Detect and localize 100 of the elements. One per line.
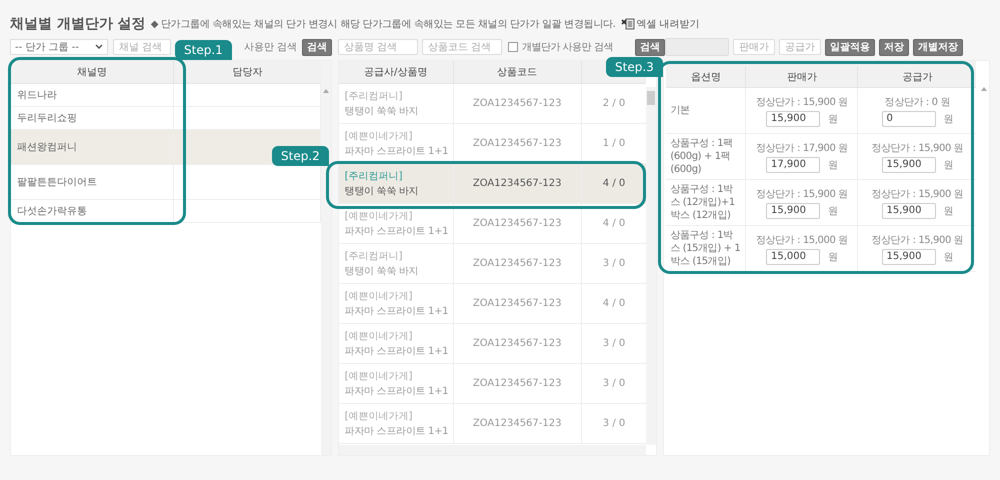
option-count: 3 / 0 [602,418,626,429]
product-name: 파자마 스프라이트 1+1 [344,225,448,238]
column-header: 상품코드 [454,61,582,83]
normal-price: 정상단가 : 15,000 원 [756,234,848,246]
option-count: 4 / 0 [602,218,626,229]
option-count: 4 / 0 [602,178,626,189]
option-count: 4 / 0 [602,298,626,309]
channel-name: 두리두리쇼핑 [17,112,77,125]
option-count: 3 / 0 [602,258,626,269]
search-button[interactable]: 검색 [302,38,332,56]
price-field[interactable]: 15,900 [882,202,936,218]
product-code: ZOA1234567-123 [472,218,562,229]
price-group-select[interactable]: -- 단가 그룹 -- [10,39,108,55]
channel-row[interactable]: 다섯손가락유통 [11,200,321,223]
step-tooltip: Step.3 [606,57,663,77]
unit-label: 원 [828,112,838,126]
supplier-name: [예쁜이네가게] [344,370,412,383]
column-header: 담당자 [231,66,264,80]
normal-price: 정상단가 : 15,900 원 [871,188,964,200]
scrollbar[interactable] [646,87,656,445]
product-code: ZOA1234567-123 [472,178,562,189]
product-code-search-field[interactable]: 상품코드 검색 [422,39,502,55]
product-code: ZOA1234567-123 [472,298,562,309]
step-tooltip: Step.1 [175,40,232,60]
price-field[interactable]: 15,900 [882,248,936,264]
normal-price: 정상단가 : 15,900 원 [871,234,964,246]
product-row[interactable]: [주리컴퍼니] 탱탱이 쑥쑥 바지 ZOA1234567-123 2 / 0 [338,84,646,124]
unit-label: 원 [944,250,954,264]
option-count: 3 / 0 [602,338,626,349]
product-name: 탱탱이 쑥쑥 바지 [344,105,418,118]
product-name: 탱탱이 쑥쑥 바지 [344,185,418,198]
step-tooltip: Step.2 [272,146,329,166]
product-name: 파자마 스프라이트 1+1 [344,385,448,398]
product-row[interactable]: [주리컴퍼니] 탱탱이 쑥쑥 바지 ZOA1234567-123 3 / 0 [338,244,646,284]
product-name-search-field[interactable]: 상품명 검색 [338,39,418,55]
price-field[interactable]: 17,900 [766,156,820,172]
supply-price-field[interactable]: 공급가 [779,39,821,55]
channel-name: 패션왕컴퍼니 [17,141,77,154]
spreadsheet-icon[interactable] [620,18,635,30]
sale-price-field[interactable]: 판매가 [733,39,775,55]
product-code: ZOA1234567-123 [472,418,562,429]
channel-name: 다섯손가락유통 [17,205,87,218]
column-header: 채널명 [11,61,174,83]
column-header: 판매가 [746,66,858,87]
action-button[interactable]: 저장 [879,38,909,56]
checkbox-label[interactable]: 개별단가 사용만 검색 [522,40,613,54]
price-field[interactable]: 15,900 [766,202,820,218]
product-row[interactable]: [예쁜이네가게] 파자마 스프라이트 1+1 ZOA1234567-123 3 / 0 [338,364,646,404]
option-name: 상품구성 : 1박스 (15개입) + 1박스 (15개입) [670,229,742,268]
page-title: 채널별 개별단가 설정 [10,15,146,33]
column-header: 옵션명 [666,66,746,87]
product-code: ZOA1234567-123 [472,138,562,149]
supplier-name: [주리컴퍼니] [344,170,402,183]
checkbox-label[interactable]: 사용만 검색 [244,40,298,54]
supplier-name: [예쁜이네가게] [344,410,412,423]
supplier-name: [예쁜이네가게] [344,210,412,223]
scroll-up-icon[interactable] [981,87,987,91]
scroll-up-icon[interactable] [322,89,329,93]
unit-label: 원 [828,250,838,264]
channel-row[interactable]: 위드나라 [11,84,321,107]
product-code: ZOA1234567-123 [472,378,562,389]
price-field[interactable]: 15,000 [766,248,820,264]
column-header: 공급사/상품명 [338,61,454,83]
unit-label: 원 [828,204,838,218]
option-count: 1 / 0 [602,138,626,149]
product-row[interactable]: [주리컴퍼니] 탱탱이 쑥쑥 바지 ZOA1234567-123 4 / 0 [338,164,646,204]
supplier-name: [예쁜이네가게] [344,330,412,343]
normal-price: 정상단가 : 17,900 원 [756,142,848,154]
product-row[interactable]: [예쁜이네가게] 파자마 스프라이트 1+1 ZOA1234567-123 4 / 0 [338,204,646,244]
unit-label: 원 [944,204,954,218]
product-code: ZOA1234567-123 [472,98,562,109]
price-field[interactable]: 15,900 [766,110,820,126]
disabled-field [665,38,729,56]
option-count: 3 / 0 [602,378,626,389]
option-name: 기본 [670,104,690,117]
normal-price: 정상단가 : 15,900 원 [756,96,848,108]
normal-price: 정상단가 : 15,900 원 [871,142,964,154]
action-button[interactable]: 개별저장 [913,38,963,56]
channel-search-field[interactable]: 채널 검색 [113,39,171,55]
option-count: 2 / 0 [602,98,626,109]
search-button[interactable]: 검색 [635,38,665,56]
normal-price: 정상단가 : 0 원 [884,96,950,108]
unit-label: 원 [828,158,838,172]
option-name: 상품구성 : 1팩 (600g) + 1팩 (600g) [670,137,734,176]
product-name: 파자마 스프라이트 1+1 [344,425,448,438]
supplier-name: [예쁜이네가게] [344,130,412,143]
product-row[interactable]: [예쁜이네가게] 파자마 스프라이트 1+1 ZOA1234567-123 3 / 0 [338,324,646,364]
product-code: ZOA1234567-123 [472,258,562,269]
channel-name: 위드나라 [17,89,57,102]
price-field[interactable]: 15,900 [882,156,936,172]
checkbox[interactable] [508,42,518,52]
price-field[interactable]: 0 [882,110,936,126]
supplier-name: [주리컴퍼니] [344,90,402,103]
product-name: 파자마 스프라이트 1+1 [344,145,448,158]
product-row[interactable]: [예쁜이네가게] 파자마 스프라이트 1+1 ZOA1234567-123 4 / 0 [338,284,646,324]
action-button[interactable]: 일괄적용 [825,38,875,56]
product-row[interactable]: [예쁜이네가게] 파자마 스프라이트 1+1 ZOA1234567-123 3 / 0 [338,404,646,444]
notice-text: ◆ 단가그룹에 속해있는 채널의 단가 변경시 해당 단가그룹에 속해있는 모든 채널의 단가가 일괄 변경됩니다. [150,18,616,31]
excel-download-link[interactable]: 엑셀 내려받기 [636,17,700,31]
product-name: 탱탱이 쑥쑥 바지 [344,265,418,278]
